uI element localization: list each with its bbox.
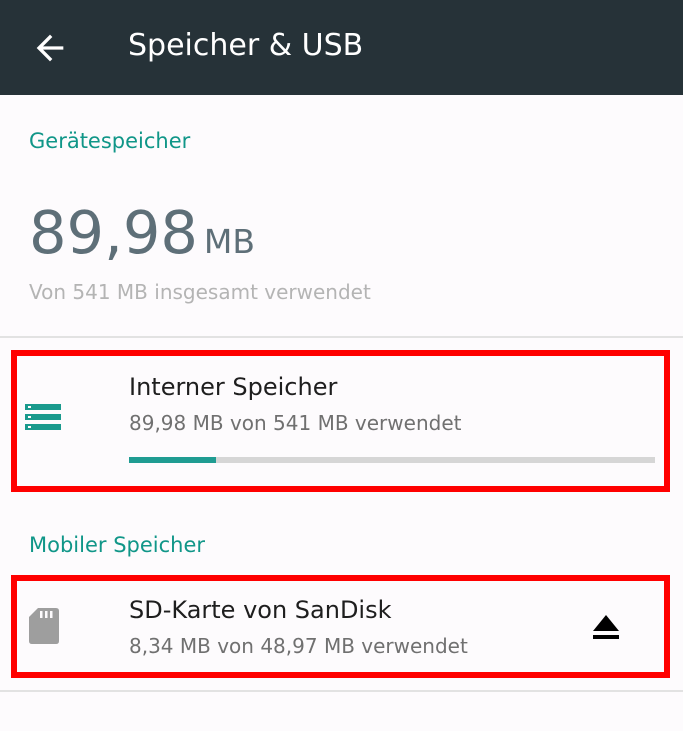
internal-storage-subtitle: 89,98 MB von 541 MB verwendet	[129, 411, 462, 435]
portable-storage-header: Mobiler Speicher	[29, 533, 206, 557]
internal-storage-item[interactable]: Interner Speicher 89,98 MB von 541 MB ve…	[0, 350, 683, 490]
internal-storage-title: Interner Speicher	[129, 373, 338, 401]
total-used-display: 89,98 MB	[29, 198, 255, 268]
eject-icon[interactable]	[591, 613, 621, 641]
sd-card-icon	[29, 608, 59, 644]
app-bar: Speicher & USB	[0, 0, 683, 95]
arrow-back-icon[interactable]	[30, 28, 70, 68]
sd-card-item[interactable]: SD-Karte von SanDisk 8,34 MB von 48,97 M…	[0, 575, 683, 678]
storage-icon	[25, 404, 61, 430]
total-used-summary: Von 541 MB insgesamt verwendet	[29, 280, 371, 304]
sd-card-subtitle: 8,34 MB von 48,97 MB verwendet	[129, 634, 468, 658]
device-storage-header: Gerätespeicher	[29, 129, 191, 153]
total-used-value: 89,98	[29, 198, 198, 267]
internal-storage-progress	[129, 457, 655, 463]
total-used-unit: MB	[203, 222, 256, 261]
sd-card-title: SD-Karte von SanDisk	[129, 596, 392, 624]
divider	[0, 690, 683, 692]
internal-storage-progress-fill	[129, 457, 217, 463]
page-title: Speicher & USB	[128, 28, 364, 63]
divider	[0, 336, 683, 338]
